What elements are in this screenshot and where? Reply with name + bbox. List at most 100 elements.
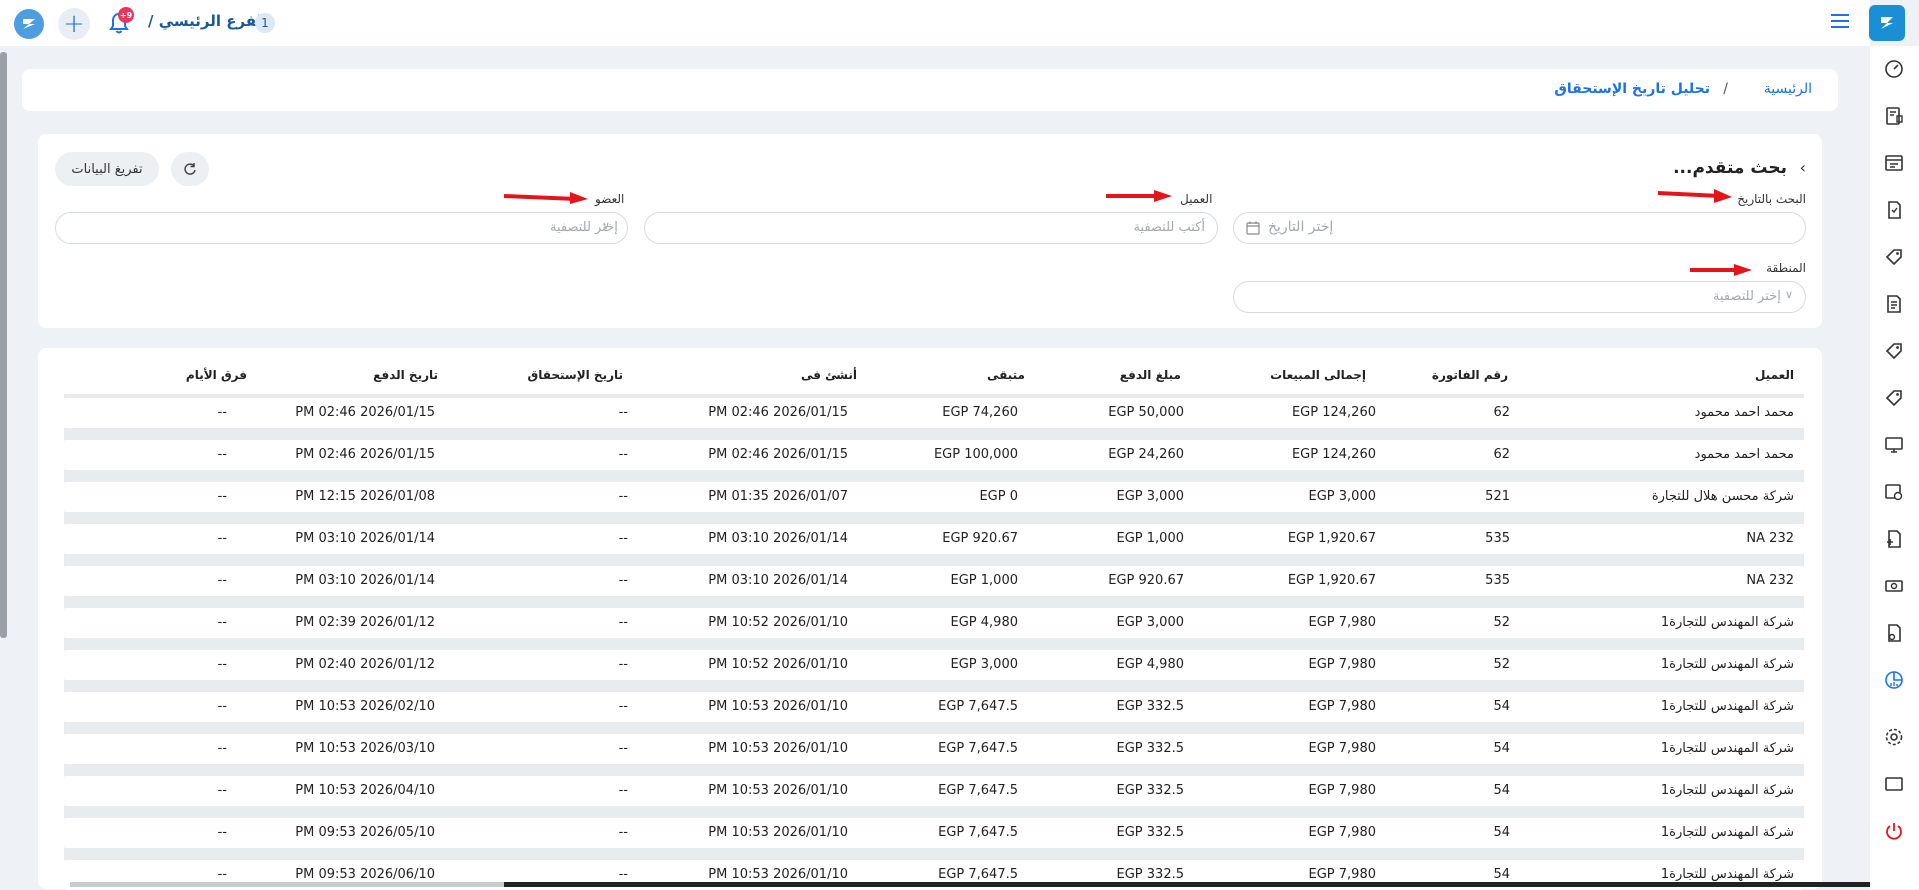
report-chart-icon[interactable] xyxy=(1883,669,1905,691)
table-row[interactable]: NA 232 535 EGP 1,920.67 EGP 920.67 EGP 1,000… xyxy=(64,566,1804,596)
cell-invoice-number: 54 xyxy=(1493,741,1510,756)
cell-remaining: EGP 4,980 xyxy=(950,615,1018,630)
top-bar: + +9 الفرع الرئيسي / 1 xyxy=(0,0,1870,46)
cell-invoice-number: 535 xyxy=(1485,573,1510,588)
power-icon[interactable] xyxy=(1883,820,1905,842)
column-header-payment-date[interactable]: تاريخ الدفع xyxy=(373,368,438,382)
cell-due-date: -- xyxy=(618,573,628,588)
cell-total-sales: EGP 7,980 xyxy=(1308,615,1376,630)
client-filter-placeholder: أكتب للتصفية xyxy=(1133,220,1205,235)
tag-icon-3[interactable] xyxy=(1883,387,1905,409)
table-row[interactable]: شركة المهندس للتجارة1 54 EGP 7,980 EGP 332.… xyxy=(64,776,1804,806)
cell-paid-amount: EGP 3,000 xyxy=(1116,489,1184,504)
cell-paid-amount: EGP 1,000 xyxy=(1116,531,1184,546)
client-filter-label: العميل xyxy=(1180,192,1213,206)
cell-due-date: -- xyxy=(618,699,628,714)
invoice-icon[interactable] xyxy=(1883,199,1905,221)
speedometer-icon[interactable] xyxy=(1883,58,1905,80)
cell-created-at: PM 10:53 2026/01/10 xyxy=(708,867,848,882)
breadcrumb-home-link[interactable]: الرئيسية xyxy=(1764,81,1812,97)
table-row[interactable]: NA 232 535 EGP 1,920.67 EGP 1,000 EGP 920.67… xyxy=(64,524,1804,554)
window-icon[interactable] xyxy=(1883,773,1905,795)
pos-terminal-icon[interactable] xyxy=(1883,105,1905,127)
annotation-arrow-region xyxy=(1690,264,1752,276)
cell-created-at: PM 10:53 2026/01/10 xyxy=(708,783,848,798)
client-filter-input[interactable]: أكتب للتصفية xyxy=(644,212,1218,244)
cell-client: شركة المهندس للتجارة1 xyxy=(1660,699,1794,714)
cell-payment-date: PM 10:53 2026/03/10 xyxy=(295,741,435,756)
column-header-created-at[interactable]: أنشئ فى xyxy=(801,368,857,382)
cell-client: شركة المهندس للتجارة1 xyxy=(1660,783,1794,798)
cell-total-sales: EGP 7,980 xyxy=(1308,783,1376,798)
document-icon[interactable] xyxy=(1883,293,1905,315)
cell-client: شركة المهندس للتجارة1 xyxy=(1660,741,1794,756)
cell-days-difference: -- xyxy=(217,825,227,840)
menu-icon[interactable] xyxy=(1831,14,1849,30)
cell-created-at: PM 10:53 2026/01/10 xyxy=(708,741,848,756)
cell-payment-date: PM 12:15 2026/01/08 xyxy=(295,489,435,504)
add-button[interactable]: + xyxy=(58,8,90,40)
table-row[interactable]: شركة المهندس للتجارة1 54 EGP 7,980 EGP 332.… xyxy=(64,692,1804,722)
brand-logo-icon[interactable] xyxy=(1869,5,1905,41)
column-header-invoice-number[interactable]: رقم الفاتورة xyxy=(1432,368,1508,382)
money-icon[interactable] xyxy=(1883,575,1905,597)
column-header-remaining[interactable]: متبقى xyxy=(987,368,1025,382)
cell-due-date: -- xyxy=(618,531,628,546)
table-row[interactable]: محمد احمد محمود 62 EGP 124,260 EGP 50,000 EG… xyxy=(64,398,1804,428)
table-row[interactable]: شركة المهندس للتجارة1 52 EGP 7,980 EGP 4,98… xyxy=(64,650,1804,680)
cell-due-date: -- xyxy=(618,783,628,798)
cell-paid-amount: EGP 332.5 xyxy=(1116,867,1184,882)
breadcrumb-separator: / xyxy=(1723,81,1728,97)
branch-name[interactable]: الفرع الرئيسي / xyxy=(148,12,267,30)
cell-days-difference: -- xyxy=(217,405,227,420)
monitor-icon[interactable] xyxy=(1883,434,1905,456)
column-header-client[interactable]: العميل xyxy=(1755,368,1794,382)
cell-paid-amount: EGP 3,000 xyxy=(1116,615,1184,630)
cell-client: شركة محسن هلال للتجارة xyxy=(1651,489,1794,504)
cell-paid-amount: EGP 332.5 xyxy=(1116,741,1184,756)
clear-data-button[interactable]: تفريغ البيانات xyxy=(55,152,159,186)
sidebar xyxy=(1870,46,1919,889)
column-header-days-difference[interactable]: فرق الأيام xyxy=(186,368,247,382)
cell-paid-amount: EGP 332.5 xyxy=(1116,699,1184,714)
user-doc-icon[interactable] xyxy=(1883,622,1905,644)
advanced-search-title[interactable]: بحث متقدم... xyxy=(1673,158,1787,178)
register-icon[interactable] xyxy=(1883,152,1905,174)
column-header-paid-amount[interactable]: مبلغ الدفع xyxy=(1120,368,1181,382)
image-settings-icon[interactable] xyxy=(1883,481,1905,503)
cell-created-at: PM 10:52 2026/01/10 xyxy=(708,657,848,672)
column-header-due-date[interactable]: تاريخ الإستحقاق xyxy=(527,368,623,382)
date-filter-input[interactable]: إختر التاريخ xyxy=(1233,212,1806,244)
cell-remaining: EGP 7,647.5 xyxy=(938,825,1018,840)
region-filter-select[interactable]: ∨ إختر للتصفية xyxy=(1233,281,1806,313)
column-header-total-sales[interactable]: إجمالى المبيعات xyxy=(1270,368,1366,382)
cell-payment-date: PM 02:46 2026/01/15 xyxy=(295,447,435,462)
cell-remaining: EGP 7,647.5 xyxy=(938,783,1018,798)
table-row[interactable]: شركة المهندس للتجارة1 52 EGP 7,980 EGP 3,00… xyxy=(64,608,1804,638)
chevron-left-icon[interactable]: ‹ xyxy=(1800,158,1806,177)
cell-remaining: EGP 7,647.5 xyxy=(938,741,1018,756)
table-row[interactable]: شركة محسن هلال للتجارة 521 EGP 3,000 EGP 3,… xyxy=(64,482,1804,512)
tag-icon-2[interactable] xyxy=(1883,340,1905,362)
cell-remaining: EGP 7,647.5 xyxy=(938,699,1018,714)
table-row[interactable]: شركة المهندس للتجارة1 54 EGP 7,980 EGP 332.… xyxy=(64,734,1804,764)
cell-invoice-number: 52 xyxy=(1493,615,1510,630)
cell-remaining: EGP 74,260 xyxy=(942,405,1018,420)
cell-client: شركة المهندس للتجارة1 xyxy=(1660,825,1794,840)
vertical-scrollbar[interactable] xyxy=(0,52,7,638)
table-row[interactable]: محمد احمد محمود 62 EGP 124,260 EGP 24,260 EG… xyxy=(64,440,1804,470)
cell-days-difference: -- xyxy=(217,573,227,588)
cell-invoice-number: 52 xyxy=(1493,657,1510,672)
table-row[interactable]: شركة المهندس للتجارة1 54 EGP 7,980 EGP 332.… xyxy=(64,818,1804,848)
settings-icon[interactable] xyxy=(1883,726,1905,748)
cell-total-sales: EGP 7,980 xyxy=(1308,741,1376,756)
refresh-button[interactable] xyxy=(171,152,209,186)
member-filter-select[interactable]: ∨ إختر للتصفية xyxy=(55,212,628,244)
chevron-down-icon: ∨ xyxy=(1785,288,1794,301)
document-add-icon[interactable] xyxy=(1883,528,1905,550)
cell-paid-amount: EGP 920.67 xyxy=(1108,573,1184,588)
app-logo-icon[interactable] xyxy=(14,9,44,39)
cell-due-date: -- xyxy=(618,825,628,840)
tag-icon[interactable] xyxy=(1883,246,1905,268)
horizontal-scrollbar[interactable] xyxy=(70,882,504,887)
